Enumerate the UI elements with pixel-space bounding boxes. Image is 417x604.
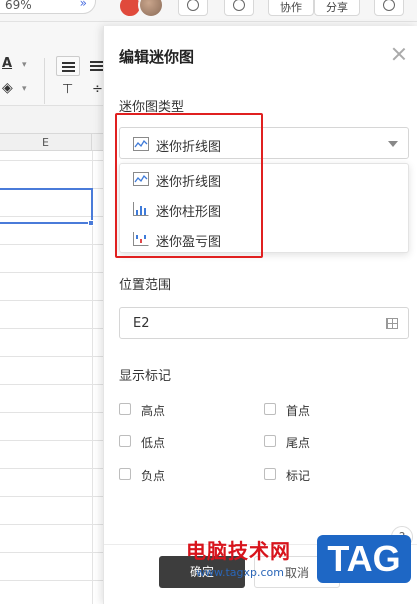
ribbon-divider bbox=[44, 58, 45, 104]
watermark-tag-logo: TAG bbox=[317, 535, 411, 583]
watermark-text: 电脑技术网 bbox=[186, 539, 291, 563]
checkbox-label: 负点 bbox=[141, 469, 166, 483]
annotation-highlight-box bbox=[115, 113, 263, 258]
checkbox-box[interactable] bbox=[264, 403, 276, 415]
share-button[interactable]: 分享 bbox=[314, 0, 360, 16]
align-middle-icon[interactable]: ÷ bbox=[92, 82, 103, 97]
checkbox-box[interactable] bbox=[264, 468, 276, 480]
checkbox-label: 首点 bbox=[286, 404, 311, 418]
font-color-button[interactable]: A bbox=[2, 56, 12, 71]
fill-color-icon[interactable]: ◈ bbox=[2, 80, 13, 96]
more-button[interactable] bbox=[374, 0, 404, 16]
watermark-url: www.tagxp.com bbox=[196, 566, 284, 579]
location-range-input[interactable]: E2 bbox=[119, 307, 409, 339]
checkbox-box[interactable] bbox=[119, 468, 131, 480]
align-center-icon[interactable] bbox=[90, 61, 103, 63]
chevron-down-icon[interactable]: ▾ bbox=[22, 84, 27, 94]
timer-button[interactable] bbox=[224, 0, 254, 16]
selected-cell-e2[interactable] bbox=[0, 188, 93, 224]
avatar[interactable] bbox=[138, 0, 164, 18]
chevron-down-icon[interactable]: ▾ bbox=[22, 60, 27, 70]
align-top-icon[interactable]: ⊤ bbox=[62, 82, 73, 97]
checkbox-label: 低点 bbox=[141, 436, 166, 450]
checkbox-label: 高点 bbox=[141, 404, 166, 418]
checkbox-label: 标记 bbox=[286, 469, 311, 483]
zoom-value: 69% bbox=[5, 0, 32, 12]
collab-button[interactable]: 协作 bbox=[268, 0, 314, 16]
history-button[interactable] bbox=[178, 0, 208, 16]
checkbox-box[interactable] bbox=[119, 435, 131, 447]
show-markers-label: 显示标记 bbox=[119, 369, 172, 384]
history-icon bbox=[187, 0, 199, 11]
circle-icon bbox=[383, 0, 395, 11]
location-range-label: 位置范围 bbox=[119, 278, 172, 293]
column-header-e[interactable]: E bbox=[0, 134, 92, 151]
location-range-value: E2 bbox=[133, 316, 150, 331]
range-select-icon[interactable] bbox=[386, 318, 398, 329]
checkbox-label: 尾点 bbox=[286, 436, 311, 450]
caret-down-icon bbox=[388, 141, 398, 147]
checkbox-negative-point[interactable]: 负点 bbox=[119, 467, 199, 483]
checkbox-high-point[interactable]: 高点 bbox=[119, 402, 199, 418]
top-bar: 69% » 协作 分享 bbox=[0, 0, 417, 22]
zoom-search-pill[interactable]: 69% » bbox=[0, 0, 96, 14]
panel-title: 编辑迷你图 bbox=[119, 48, 195, 66]
checkbox-last-point[interactable]: 尾点 bbox=[264, 434, 344, 450]
checkbox-markers[interactable]: 标记 bbox=[264, 467, 344, 483]
align-left-icon bbox=[62, 62, 75, 64]
checkbox-box[interactable] bbox=[119, 403, 131, 415]
fill-handle[interactable] bbox=[88, 220, 94, 226]
close-icon[interactable] bbox=[391, 46, 407, 62]
checkbox-low-point[interactable]: 低点 bbox=[119, 434, 199, 450]
checkbox-first-point[interactable]: 首点 bbox=[264, 402, 344, 418]
clock-icon bbox=[233, 0, 245, 11]
checkbox-box[interactable] bbox=[264, 435, 276, 447]
double-chevron-right-icon: » bbox=[79, 0, 87, 10]
align-left-button[interactable] bbox=[56, 56, 80, 76]
